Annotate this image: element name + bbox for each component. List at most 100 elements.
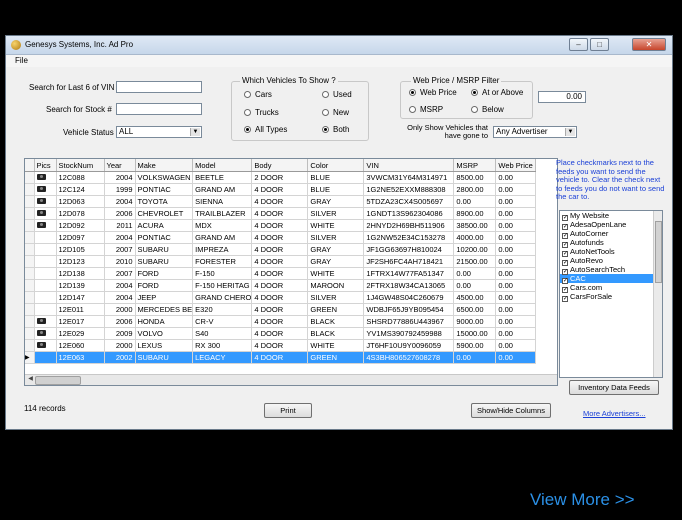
cell-vin[interactable]: JF1GG63697H810024 — [363, 243, 455, 256]
cell-stock[interactable]: 12E017 — [56, 315, 105, 328]
cell-msrp[interactable]: 4000.00 — [453, 231, 497, 244]
radio-cars[interactable]: Cars — [244, 90, 272, 100]
cell-stock[interactable]: 12D138 — [56, 267, 105, 280]
cell-body[interactable]: 4 DOOR — [251, 267, 309, 280]
cell-year[interactable]: 2004 — [104, 279, 136, 292]
row-indicator[interactable] — [25, 195, 35, 208]
pics-cell[interactable] — [34, 195, 57, 208]
inventory-data-feeds-button[interactable]: Inventory Data Feeds — [569, 380, 659, 395]
cell-body[interactable]: 4 DOOR — [251, 339, 309, 352]
cell-stock[interactable]: 12D078 — [56, 207, 105, 220]
cell-model[interactable]: BEETLE — [192, 171, 253, 184]
table-row[interactable]: 12C088 2004 VOLKSWAGEN BEETLE 2 DOOR BLUE 3VWC… — [25, 171, 537, 184]
cell-vin[interactable]: 1G2NE52EXXM888308 — [363, 183, 455, 196]
cell-color[interactable]: SILVER — [307, 207, 365, 220]
row-indicator[interactable] — [25, 315, 35, 328]
cell-vin[interactable]: 2FTRX18W34CA13065 — [363, 279, 455, 292]
cell-web[interactable]: 0.00 — [495, 303, 537, 316]
scroll-thumb[interactable] — [655, 221, 662, 283]
cell-body[interactable]: 4 DOOR — [251, 327, 309, 340]
feed-checkbox[interactable]: ✓ — [562, 278, 568, 284]
cell-make[interactable]: PONTIAC — [135, 183, 194, 196]
cell-year[interactable]: 2000 — [104, 339, 136, 352]
minimize-button[interactable]: – — [569, 38, 588, 51]
row-indicator[interactable] — [25, 207, 35, 220]
pics-cell[interactable] — [34, 255, 57, 268]
cell-year[interactable]: 2006 — [104, 207, 136, 220]
cell-color[interactable]: SILVER — [307, 291, 365, 304]
scroll-left-icon[interactable]: ◀ — [26, 375, 35, 384]
cell-color[interactable]: GRAY — [307, 195, 365, 208]
table-row[interactable]: 12D063 2004 TOYOTA SIENNA 4 DOOR GRAY 5TDZA23C… — [25, 195, 537, 208]
cell-make[interactable]: LEXUS — [135, 339, 194, 352]
cell-make[interactable]: SUBARU — [135, 243, 194, 256]
cell-web[interactable]: 0.00 — [495, 219, 537, 232]
cell-make[interactable]: VOLKSWAGEN — [135, 171, 194, 184]
pics-cell[interactable] — [34, 351, 57, 364]
cell-model[interactable]: F-150 — [192, 267, 253, 280]
cell-body[interactable]: 4 DOOR — [251, 255, 309, 268]
cell-model[interactable]: FORESTER — [192, 255, 253, 268]
cell-year[interactable]: 2007 — [104, 243, 136, 256]
radio-msrp[interactable]: MSRP — [409, 105, 443, 115]
more-advertisers-link[interactable]: More Advertisers... — [583, 409, 646, 418]
cell-body[interactable]: 4 DOOR — [251, 243, 309, 256]
pics-cell[interactable] — [34, 267, 57, 280]
feed-checkbox[interactable]: ✓ — [562, 242, 568, 248]
radio-used[interactable]: Used — [322, 90, 352, 100]
cell-msrp[interactable]: 9000.00 — [453, 315, 497, 328]
feed-item[interactable]: ✓ Autofunds — [560, 238, 662, 248]
cell-web[interactable]: 0.00 — [495, 267, 537, 280]
pics-cell[interactable] — [34, 207, 57, 220]
row-indicator[interactable] — [25, 303, 35, 316]
column-header-body[interactable]: Body — [251, 159, 309, 172]
radio-new[interactable]: New — [322, 108, 349, 118]
feed-item[interactable]: ✓ AutoNetTools — [560, 247, 662, 257]
vehicle-grid[interactable]: Pics StockNum Year Make Model Body Color… — [24, 158, 558, 386]
feed-checkbox[interactable]: ✓ — [562, 260, 568, 266]
cell-msrp[interactable]: 0.00 — [453, 351, 497, 364]
cell-web[interactable]: 0.00 — [495, 279, 537, 292]
feeds-list[interactable]: ✓ My Website ✓ AdesaOpenLane ✓ AutoCorner ✓ Aut… — [559, 210, 663, 378]
cell-color[interactable]: BLACK — [307, 315, 365, 328]
cell-body[interactable]: 4 DOOR — [251, 303, 309, 316]
cell-vin[interactable]: 3VWCM31Y64M314971 — [363, 171, 455, 184]
column-header-msrp[interactable]: MSRP — [453, 159, 497, 172]
cell-year[interactable]: 2004 — [104, 231, 136, 244]
row-indicator[interactable] — [25, 291, 35, 304]
row-indicator[interactable] — [25, 267, 35, 280]
cell-vin[interactable]: 4S3BH806527608278 — [363, 351, 455, 364]
stock-search-input[interactable] — [116, 103, 202, 115]
cell-color[interactable]: GRAY — [307, 243, 365, 256]
table-row[interactable]: 12E060 2000 LEXUS RX 300 4 DOOR WHITE JT6HF10U… — [25, 339, 537, 352]
cell-vin[interactable]: SHSRD77886U443967 — [363, 315, 455, 328]
table-row[interactable]: 12D139 2004 FORD F-150 HERITAG 4 DOOR MAROON 2… — [25, 279, 537, 292]
row-indicator[interactable] — [25, 279, 35, 292]
cell-make[interactable]: PONTIAC — [135, 231, 194, 244]
cell-web[interactable]: 0.00 — [495, 207, 537, 220]
table-row[interactable]: 12D092 2011 ACURA MDX 4 DOOR WHITE 2HNYD2H69BH… — [25, 219, 537, 232]
pics-cell[interactable] — [34, 327, 57, 340]
feed-item[interactable]: ✓ AutoSearchTech — [560, 265, 662, 275]
cell-msrp[interactable]: 2800.00 — [453, 183, 497, 196]
table-row[interactable]: ▶ 12E063 2002 SUBARU LEGACY 4 DOOR GREEN 4S3BH8… — [25, 351, 537, 364]
cell-web[interactable]: 0.00 — [495, 255, 537, 268]
cell-make[interactable]: FORD — [135, 267, 194, 280]
cell-year[interactable]: 2004 — [104, 171, 136, 184]
cell-vin[interactable]: 1GNDT13S962304086 — [363, 207, 455, 220]
table-row[interactable]: 12E017 2006 HONDA CR-V 4 DOOR BLACK SHSRD77886… — [25, 315, 537, 328]
print-button[interactable]: Print — [264, 403, 312, 418]
cell-body[interactable]: 4 DOOR — [251, 231, 309, 244]
cell-color[interactable]: GREEN — [307, 351, 365, 364]
cell-year[interactable]: 2000 — [104, 303, 136, 316]
cell-msrp[interactable]: 15000.00 — [453, 327, 497, 340]
vin-search-input[interactable] — [116, 81, 202, 93]
cell-color[interactable]: BLACK — [307, 327, 365, 340]
cell-year[interactable]: 2004 — [104, 195, 136, 208]
cell-color[interactable]: WHITE — [307, 267, 365, 280]
cell-vin[interactable]: 5TDZA23CX4S005697 — [363, 195, 455, 208]
cell-msrp[interactable]: 0.00 — [453, 279, 497, 292]
cell-stock[interactable]: 12D139 — [56, 279, 105, 292]
feed-checkbox[interactable]: ✓ — [562, 269, 568, 275]
cell-make[interactable]: CHEVROLET — [135, 207, 194, 220]
